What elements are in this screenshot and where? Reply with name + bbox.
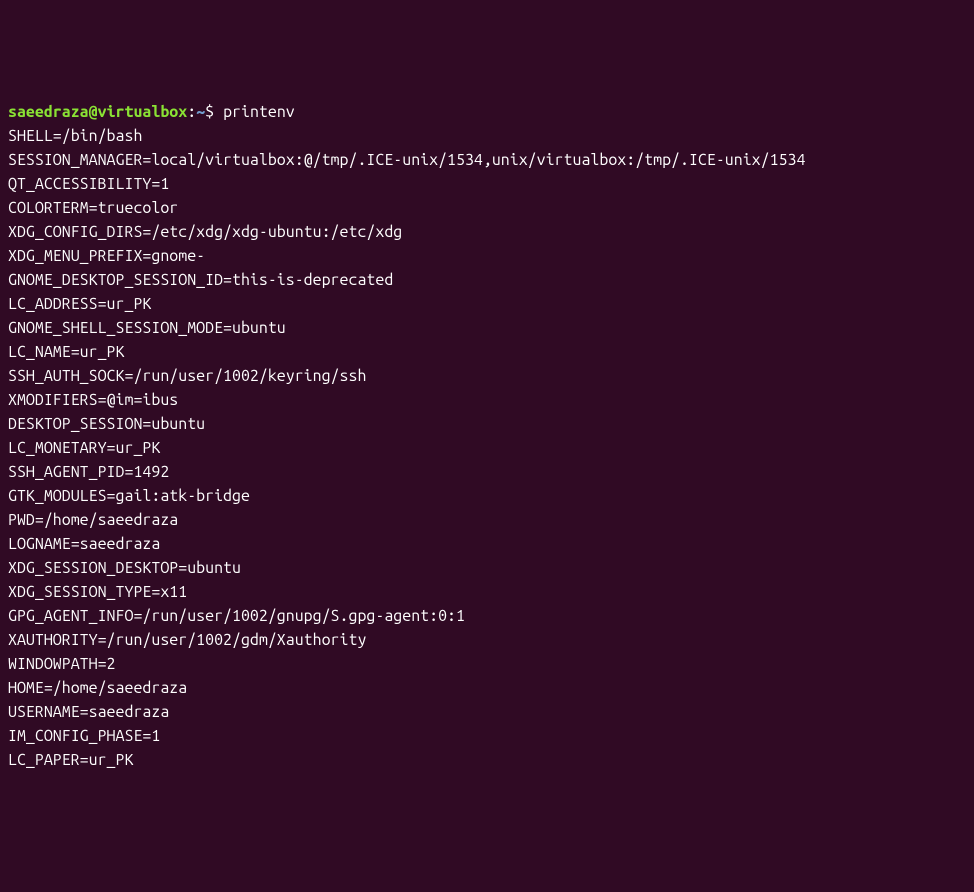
env-var-line: GNOME_SHELL_SESSION_MODE=ubuntu: [8, 316, 966, 340]
env-var-line: LOGNAME=saeedraza: [8, 532, 966, 556]
prompt-path: ~: [196, 103, 205, 121]
env-var-line: SHELL=/bin/bash: [8, 124, 966, 148]
env-var-line: LC_PAPER=ur_PK: [8, 748, 966, 772]
env-var-line: SESSION_MANAGER=local/virtualbox:@/tmp/.…: [8, 148, 966, 172]
env-var-line: XDG_SESSION_TYPE=x11: [8, 580, 966, 604]
env-var-line: XMODIFIERS=@im=ibus: [8, 388, 966, 412]
env-var-line: HOME=/home/saeedraza: [8, 676, 966, 700]
prompt-line[interactable]: saeedraza@virtualbox:~$ printenv: [8, 100, 966, 124]
prompt-dollar: $: [205, 103, 223, 121]
command-input: printenv: [223, 103, 295, 121]
env-var-line: LC_NAME=ur_PK: [8, 340, 966, 364]
prompt-host: virtualbox: [98, 103, 188, 121]
env-var-line: PWD=/home/saeedraza: [8, 508, 966, 532]
env-var-line: LC_MONETARY=ur_PK: [8, 436, 966, 460]
env-var-line: QT_ACCESSIBILITY=1: [8, 172, 966, 196]
env-var-line: WINDOWPATH=2: [8, 652, 966, 676]
env-var-line: GTK_MODULES=gail:atk-bridge: [8, 484, 966, 508]
env-var-line: COLORTERM=truecolor: [8, 196, 966, 220]
prompt-colon: :: [187, 103, 196, 121]
prompt-at: @: [89, 103, 98, 121]
env-var-line: DESKTOP_SESSION=ubuntu: [8, 412, 966, 436]
env-var-line: USERNAME=saeedraza: [8, 700, 966, 724]
env-var-line: GPG_AGENT_INFO=/run/user/1002/gnupg/S.gp…: [8, 604, 966, 628]
env-var-line: GNOME_DESKTOP_SESSION_ID=this-is-depreca…: [8, 268, 966, 292]
prompt-user: saeedraza: [8, 103, 89, 121]
env-var-line: XDG_SESSION_DESKTOP=ubuntu: [8, 556, 966, 580]
env-var-line: SSH_AUTH_SOCK=/run/user/1002/keyring/ssh: [8, 364, 966, 388]
env-var-line: IM_CONFIG_PHASE=1: [8, 724, 966, 748]
env-var-line: XDG_CONFIG_DIRS=/etc/xdg/xdg-ubuntu:/etc…: [8, 220, 966, 244]
env-var-line: XDG_MENU_PREFIX=gnome-: [8, 244, 966, 268]
env-var-line: SSH_AGENT_PID=1492: [8, 460, 966, 484]
env-var-line: XAUTHORITY=/run/user/1002/gdm/Xauthority: [8, 628, 966, 652]
env-var-line: LC_ADDRESS=ur_PK: [8, 292, 966, 316]
